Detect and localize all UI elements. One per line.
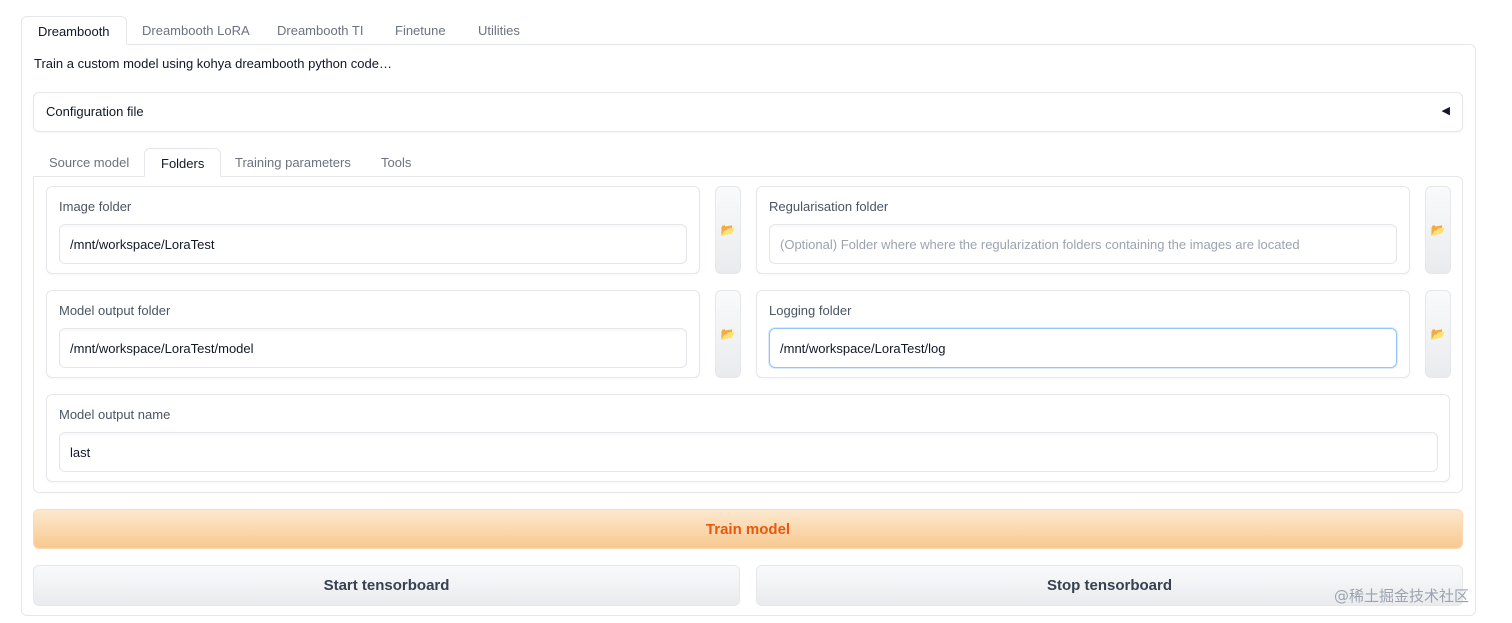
tab-folders[interactable]: Folders	[144, 148, 222, 177]
start-tensorboard-button[interactable]: Start tensorboard	[33, 565, 740, 606]
watermark: @稀土掘金技术社区	[1334, 587, 1470, 605]
model-output-folder-browse-button[interactable]: 📂	[715, 290, 741, 378]
image-folder-browse-button[interactable]: 📂	[715, 186, 741, 274]
logging-folder-input[interactable]	[769, 328, 1397, 368]
configuration-file-accordion[interactable]: Configuration file ◀	[33, 92, 1463, 132]
folder-icon: 📂	[1430, 327, 1446, 341]
image-folder-label: Image folder	[59, 199, 132, 214]
folder-icon: 📂	[720, 223, 736, 237]
regularisation-folder-input[interactable]	[769, 224, 1397, 264]
collapse-arrow-icon[interactable]: ◀	[1442, 104, 1450, 117]
tab-utilities[interactable]: Utilities	[462, 16, 536, 45]
train-model-button[interactable]: Train model	[33, 509, 1463, 549]
tab-dreambooth-ti[interactable]: Dreambooth TI	[261, 16, 379, 45]
model-output-folder-input[interactable]	[59, 328, 687, 368]
tab-source-model[interactable]: Source model	[33, 148, 145, 177]
model-output-name-label: Model output name	[59, 407, 171, 422]
model-output-name-input[interactable]	[59, 432, 1438, 472]
logging-folder-browse-button[interactable]: 📂	[1425, 290, 1451, 378]
logging-folder-label: Logging folder	[769, 303, 852, 318]
model-output-name-group: Model output name	[46, 394, 1450, 482]
regularisation-folder-browse-button[interactable]: 📂	[1425, 186, 1451, 274]
model-output-folder-label: Model output folder	[59, 303, 171, 318]
page-description: Train a custom model using kohya dreambo…	[34, 56, 392, 71]
tab-training-parameters[interactable]: Training parameters	[219, 148, 367, 177]
tab-dreambooth-lora[interactable]: Dreambooth LoRA	[126, 16, 266, 45]
folder-icon: 📂	[720, 327, 736, 341]
folder-icon: 📂	[1430, 223, 1446, 237]
configuration-file-label: Configuration file	[46, 104, 144, 119]
regularisation-folder-group: Regularisation folder	[756, 186, 1410, 274]
tab-dreambooth[interactable]: Dreambooth	[21, 16, 127, 45]
tab-tools[interactable]: Tools	[365, 148, 427, 177]
tab-finetune[interactable]: Finetune	[379, 16, 462, 45]
model-output-folder-group: Model output folder	[46, 290, 700, 378]
image-folder-input[interactable]	[59, 224, 687, 264]
image-folder-group: Image folder	[46, 186, 700, 274]
logging-folder-group: Logging folder	[756, 290, 1410, 378]
regularisation-folder-label: Regularisation folder	[769, 199, 889, 214]
